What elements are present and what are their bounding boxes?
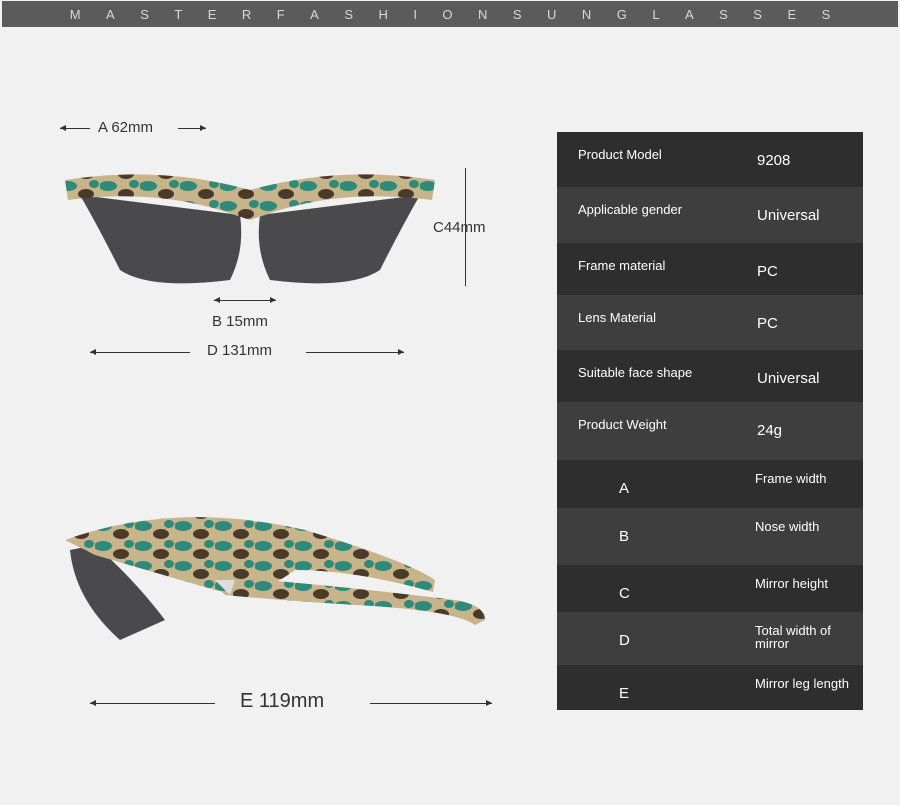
spec-table: Product Model 9208 Applicable gender Univer… [557, 132, 863, 710]
dimension-d-arrow-right [306, 349, 404, 355]
spec-row: Lens Material PC [557, 295, 863, 350]
legend-description: Mirror height [755, 576, 828, 591]
legend-description: Nose width [755, 519, 820, 534]
legend-description: Frame width [755, 471, 827, 486]
spec-value: Universal [757, 370, 820, 387]
legend-letter: E [619, 685, 630, 702]
banner-letter: U [547, 6, 557, 22]
sunglasses-side-image [65, 517, 485, 640]
banner-letter: S [821, 6, 831, 22]
banner-letter: M [69, 6, 81, 22]
dimension-b-arrow [214, 297, 276, 303]
banner-letter: O [442, 6, 453, 22]
banner-letter: E [787, 6, 797, 22]
legend-description: Mirror leg length [755, 676, 849, 691]
banner-letter: S [512, 6, 522, 22]
spec-key: Frame material [578, 258, 666, 273]
legend-letter: A [619, 480, 630, 497]
legend-row: C Mirror height [557, 565, 863, 612]
banner-letter: S [140, 6, 149, 22]
banner-letter: L [652, 6, 660, 22]
dimension-e-arrow-left [90, 700, 215, 706]
banner-letter: S [344, 6, 353, 22]
spec-value: 24g [757, 422, 783, 439]
spec-row: Suitable face shape Universal [557, 350, 863, 402]
legend-description: Total width of mirror [755, 623, 831, 651]
spec-row: Frame material PC [557, 243, 863, 295]
banner-letter: F [276, 6, 285, 22]
legend-row: A Frame width [557, 460, 863, 508]
dimension-d-label: D 131mm [207, 342, 273, 359]
banner-letter: E [207, 6, 217, 22]
dimension-e-label: E 119mm [240, 690, 325, 712]
banner-letter: H [378, 6, 388, 22]
spec-value: PC [757, 315, 778, 332]
banner-letter: N [478, 6, 488, 22]
spec-key: Applicable gender [578, 202, 683, 217]
banner-letter: I [413, 6, 417, 22]
legend-letter: D [619, 632, 630, 649]
dimension-b-label: B 15mm [212, 313, 268, 330]
spec-row: Applicable gender Universal [557, 187, 863, 243]
dimension-d-arrow-left [90, 349, 190, 355]
spec-value: Universal [757, 207, 820, 224]
spec-value: 9208 [757, 152, 791, 169]
legend-row: E Mirror leg length [557, 665, 863, 710]
legend-letter: B [619, 528, 630, 545]
banner-letter: A [106, 6, 115, 22]
banner-letter: A [685, 6, 694, 22]
spec-key: Suitable face shape [578, 365, 693, 380]
spec-key: Product Model [578, 147, 662, 162]
banner-letter: S [753, 6, 762, 22]
banner-letter: A [310, 6, 319, 22]
dimension-e-arrow-right [370, 700, 492, 706]
spec-key: Lens Material [578, 310, 657, 325]
legend-row: D Total width of mirror [557, 612, 863, 665]
legend-letter: C [619, 585, 630, 602]
banner-letter: G [616, 6, 627, 22]
banner-letter: N [581, 6, 592, 22]
sunglasses-front-image [65, 174, 435, 284]
spec-key: Product Weight [578, 417, 667, 432]
dimension-a-label: A 62mm [98, 119, 154, 136]
dimension-a-arrow-right [178, 125, 206, 131]
banner-letter: R [241, 6, 252, 22]
spec-value: PC [757, 263, 778, 280]
spec-row: Product Weight 24g [557, 402, 863, 460]
dimension-a-arrow-left [60, 125, 90, 131]
legend-row: B Nose width [557, 508, 863, 565]
banner-letter: S [719, 6, 728, 22]
banner-letter: T [174, 6, 183, 22]
brand-banner: MASTERFASHIONSUNGLASSES [2, 1, 898, 27]
dimension-c-label: C44mm [433, 219, 486, 236]
spec-row: Product Model 9208 [557, 132, 863, 187]
